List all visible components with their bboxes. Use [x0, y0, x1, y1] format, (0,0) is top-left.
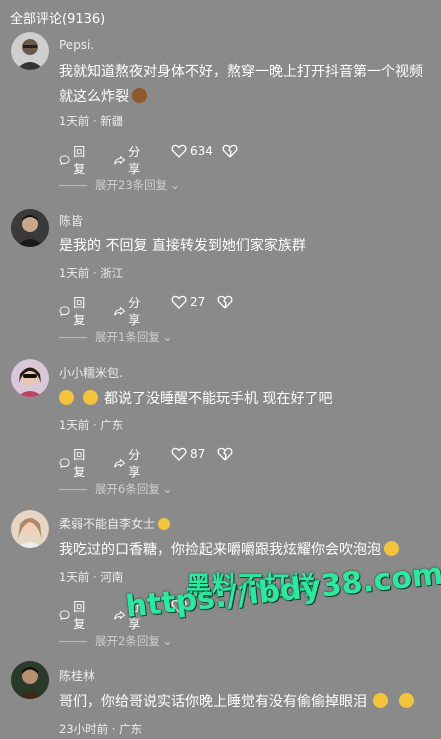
share-label: 分享 [128, 448, 141, 479]
crying-emoji-icon [399, 693, 414, 708]
avatar[interactable] [11, 32, 49, 70]
comment-time-location: 1天前 · 广东 [59, 418, 124, 432]
expand-replies-label: 展开6条回复 [95, 482, 160, 496]
chevron-down-icon: ⌄ [162, 482, 173, 496]
comment-text: 我就知道熬夜对身体不好，熬穿一晚上打开抖音第一个视频 就这么炸裂 [59, 60, 429, 110]
comment-text: 哥们，你给哥说实话你晚上睡觉有没有偷偷掉眼泪 [59, 690, 429, 715]
expand-replies-label: 展开1条回复 [95, 330, 160, 344]
expand-replies[interactable]: 展开23条回复 ⌄ [59, 177, 180, 193]
share-label: 分享 [128, 296, 141, 327]
share-icon [114, 156, 125, 165]
share-button[interactable]: 分享 [114, 294, 145, 328]
comment-text-line: 哥们，你给哥说实话你晚上睡觉有没有偷偷掉眼泪 [59, 694, 367, 710]
broken-heart-icon [222, 144, 238, 158]
share-button[interactable]: 分享 [114, 446, 145, 480]
reply-label: 回复 [73, 448, 86, 479]
comment-time-location: 1天前 · 浙江 [59, 266, 124, 280]
silly-emoji-icon [384, 541, 399, 556]
avatar[interactable] [11, 661, 49, 699]
divider [59, 336, 87, 338]
reply-label: 回复 [73, 600, 86, 631]
divider [59, 184, 87, 186]
comment-text: 都说了没睡醒不能玩手机 现在好了吧 [59, 387, 429, 412]
expand-replies[interactable]: 展开1条回复 ⌄ [59, 329, 172, 345]
broken-heart-icon [217, 447, 233, 461]
comment-time-location: 23小时前 · 广东 [59, 722, 143, 736]
broken-heart-icon [217, 295, 233, 309]
crying-emoji-icon [373, 693, 388, 708]
comment-text-line: 我就知道熬夜对身体不好，熬穿一晚上打开抖音第一个视频 [59, 64, 423, 80]
chevron-down-icon: ⌄ [162, 634, 173, 648]
comments-header: 全部评论(9136) [10, 12, 106, 27]
comment-text: 我吃过的口香糖，你捡起来嚼嚼跟我炫耀你会吹泡泡 [59, 538, 429, 563]
comment-text: 是我的 不回复 直接转发到她们家家族群 [59, 234, 429, 259]
like-button[interactable]: 27 [171, 294, 205, 310]
comment-author[interactable]: Pepsi. [59, 38, 94, 52]
poop-emoji-icon [132, 88, 147, 103]
comment-time-location: 1天前 · 河南 [59, 570, 124, 584]
reply-icon [59, 306, 70, 316]
share-icon [114, 459, 125, 468]
reply-icon [59, 610, 70, 620]
reply-button[interactable]: 回复 [59, 294, 90, 328]
share-icon [114, 307, 125, 316]
reply-button[interactable]: 回复 [59, 446, 90, 480]
reply-button[interactable]: 回复 [59, 598, 90, 632]
expand-replies[interactable]: 展开6条回复 ⌄ [59, 481, 172, 497]
like-count: 27 [190, 295, 206, 309]
reply-icon [59, 458, 70, 468]
dislike-button[interactable] [222, 143, 238, 159]
heart-icon [171, 295, 187, 309]
like-count: 87 [190, 447, 206, 461]
comment-author[interactable]: 陈桂林 [59, 667, 95, 684]
expand-replies-label: 展开23条回复 [95, 178, 168, 192]
avatar[interactable] [11, 510, 49, 548]
laughing-emoji-icon [59, 390, 74, 405]
like-button[interactable]: 634 [171, 143, 213, 159]
dislike-button[interactable] [217, 446, 233, 462]
laughing-emoji-icon [83, 390, 98, 405]
comment-text-line: 就这么炸裂 [59, 89, 129, 105]
share-label: 分享 [128, 145, 141, 176]
chevron-down-icon: ⌄ [162, 330, 173, 344]
expand-replies-label: 展开2条回复 [95, 634, 160, 648]
like-count: 634 [190, 144, 213, 158]
heart-icon [171, 144, 187, 158]
comment-author[interactable]: 柔弱不能自李女士 [59, 515, 173, 532]
comment-text-line: 是我的 不回复 直接转发到她们家家族群 [59, 238, 306, 254]
share-icon [114, 611, 125, 620]
comment-author[interactable]: 陈皆 [59, 212, 83, 229]
reply-button[interactable]: 回复 [59, 143, 90, 177]
comment-time-location: 1天前 · 新疆 [59, 114, 124, 128]
comment-author[interactable]: 小小糯米包. [59, 364, 123, 381]
reply-icon [59, 155, 70, 165]
dislike-button[interactable] [217, 294, 233, 310]
reply-label: 回复 [73, 145, 86, 176]
avatar[interactable] [11, 359, 49, 397]
divider [59, 488, 87, 490]
expand-replies[interactable]: 展开2条回复 ⌄ [59, 633, 172, 649]
smile-emoji-icon [158, 518, 171, 530]
share-button[interactable]: 分享 [114, 143, 145, 177]
divider [59, 640, 87, 642]
comment-text-line: 我吃过的口香糖，你捡起来嚼嚼跟我炫耀你会吹泡泡 [59, 542, 381, 558]
avatar[interactable] [11, 209, 49, 247]
like-button[interactable]: 87 [171, 446, 205, 462]
chevron-down-icon: ⌄ [170, 178, 180, 192]
reply-label: 回复 [73, 296, 86, 327]
comment-author-label: 柔弱不能自李女士 [59, 517, 156, 531]
heart-icon [171, 447, 187, 461]
comment-text-line: 都说了没睡醒不能玩手机 现在好了吧 [104, 391, 333, 407]
